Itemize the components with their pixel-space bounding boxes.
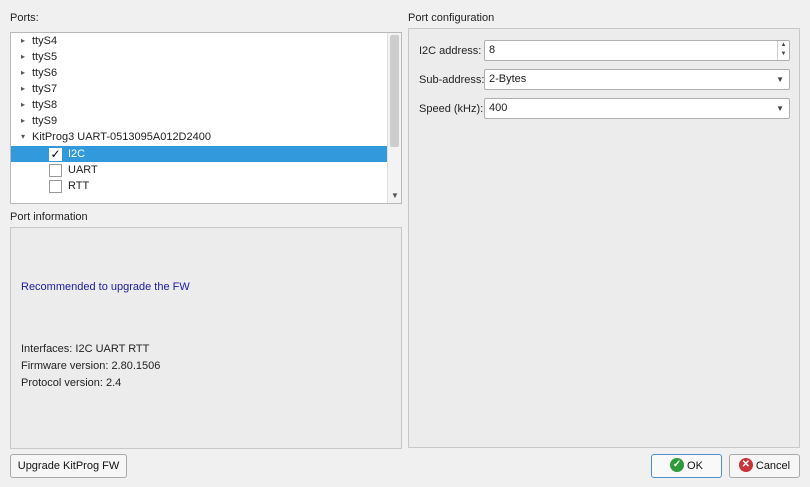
- rtt-checkbox[interactable]: [49, 180, 62, 193]
- ports-scrollbar[interactable]: ▼: [387, 33, 401, 203]
- collapsed-arrow-icon[interactable]: ▸: [18, 113, 28, 129]
- collapsed-arrow-icon[interactable]: ▸: [18, 49, 28, 65]
- cancel-x-icon: ✕: [738, 458, 753, 473]
- sub-address-select[interactable]: 2-Bytes ▼: [484, 69, 790, 90]
- tree-item-label: ttyS6: [32, 67, 58, 79]
- spin-up-icon[interactable]: ▲: [778, 41, 789, 50]
- tree-item-ttys9[interactable]: ▸ ttyS9: [11, 113, 388, 129]
- i2c-address-spinbox[interactable]: 8 ▲ ▼: [484, 40, 790, 61]
- tree-item-ttys6[interactable]: ▸ ttyS6: [11, 65, 388, 81]
- tree-item-ttys4[interactable]: ▸ ttyS4: [11, 33, 388, 49]
- i2c-address-label: I2C address:: [419, 45, 482, 57]
- tree-item-ttys5[interactable]: ▸ ttyS5: [11, 49, 388, 65]
- tree-item-label: UART: [68, 164, 98, 176]
- tree-item-label: ttyS7: [32, 83, 58, 95]
- tree-item-label: ttyS5: [32, 51, 58, 63]
- port-configuration-panel: I2C address: 8 ▲ ▼ Sub-address: 2-Bytes …: [408, 28, 800, 448]
- tree-item-label: ttyS9: [32, 115, 58, 127]
- tree-item-ttys8[interactable]: ▸ ttyS8: [11, 97, 388, 113]
- tree-item-kitprog3[interactable]: ▾ KitProg3 UART-0513095A012D2400: [11, 129, 388, 145]
- tree-item-rtt[interactable]: RTT: [11, 178, 388, 194]
- interfaces-text: Interfaces: I2C UART RTT: [21, 343, 150, 355]
- cancel-label: Cancel: [755, 460, 791, 472]
- expanded-arrow-icon[interactable]: ▾: [18, 129, 28, 145]
- ok-button[interactable]: ✓ OK: [651, 454, 722, 478]
- firmware-version-text: Firmware version: 2.80.1506: [21, 360, 161, 372]
- i2c-checkbox[interactable]: ✓: [49, 148, 62, 161]
- scroll-down-icon[interactable]: ▼: [388, 190, 402, 202]
- scrollbar-thumb[interactable]: [390, 35, 399, 147]
- i2c-address-value: 8: [489, 44, 496, 56]
- ports-label: Ports:: [10, 12, 39, 24]
- tree-item-i2c[interactable]: ✓ I2C: [11, 146, 388, 162]
- tree-item-label: KitProg3 UART-0513095A012D2400: [32, 131, 211, 143]
- tree-item-label: ttyS8: [32, 99, 58, 111]
- ports-tree[interactable]: ▸ ttyS4 ▸ ttyS5 ▸ ttyS6 ▸ ttyS7 ▸ ttyS8 …: [10, 32, 402, 204]
- tree-item-label: RTT: [68, 180, 90, 192]
- speed-label: Speed (kHz):: [419, 103, 484, 115]
- uart-checkbox[interactable]: [49, 164, 62, 177]
- collapsed-arrow-icon[interactable]: ▸: [18, 65, 28, 81]
- port-information-panel: Recommended to upgrade the FW Interfaces…: [10, 227, 402, 449]
- speed-value: 400: [489, 102, 508, 114]
- tree-item-ttys7[interactable]: ▸ ttyS7: [11, 81, 388, 97]
- sub-address-label: Sub-address:: [419, 74, 485, 86]
- port-information-label: Port information: [10, 211, 88, 223]
- port-configuration-label: Port configuration: [408, 12, 495, 24]
- upgrade-warning-text: Recommended to upgrade the FW: [21, 281, 190, 293]
- collapsed-arrow-icon[interactable]: ▸: [18, 33, 28, 49]
- tree-item-label: I2C: [68, 148, 86, 160]
- collapsed-arrow-icon[interactable]: ▸: [18, 81, 28, 97]
- upgrade-kitprog-fw-button[interactable]: Upgrade KitProg FW: [10, 454, 127, 478]
- speed-select[interactable]: 400 ▼: [484, 98, 790, 119]
- collapsed-arrow-icon[interactable]: ▸: [18, 97, 28, 113]
- protocol-version-text: Protocol version: 2.4: [21, 377, 122, 389]
- ok-label: OK: [687, 460, 703, 472]
- sub-address-value: 2-Bytes: [489, 73, 527, 85]
- spin-buttons[interactable]: ▲ ▼: [777, 41, 789, 60]
- chevron-down-icon[interactable]: ▼: [776, 70, 784, 89]
- ok-check-icon: ✓: [670, 458, 685, 473]
- cancel-button[interactable]: ✕ Cancel: [729, 454, 800, 478]
- spin-down-icon[interactable]: ▼: [778, 50, 789, 59]
- tree-item-uart[interactable]: UART: [11, 162, 388, 178]
- chevron-down-icon[interactable]: ▼: [776, 99, 784, 118]
- tree-item-label: ttyS4: [32, 35, 58, 47]
